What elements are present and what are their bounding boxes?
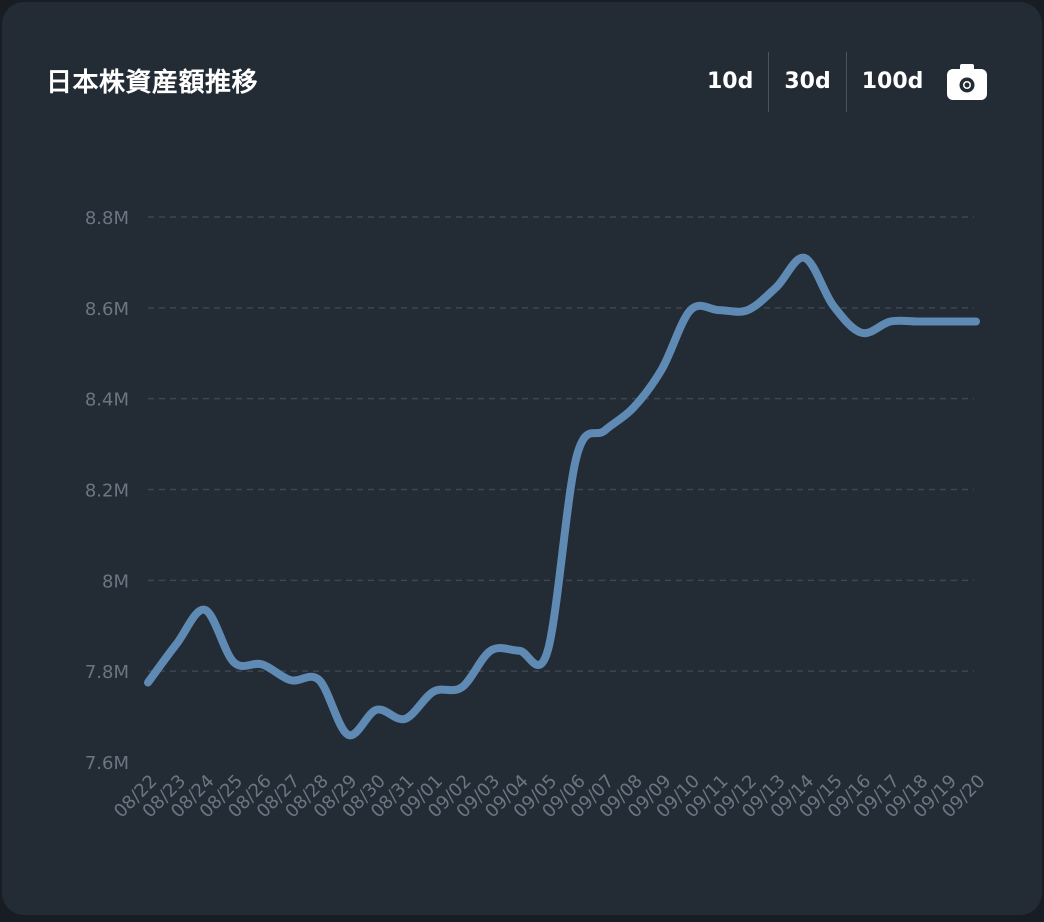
data-point[interactable] [943,317,951,325]
data-point[interactable] [572,454,580,462]
data-point[interactable] [772,283,780,291]
y-tick-label: 8.8M [85,208,129,229]
data-point[interactable] [315,676,323,684]
data-point[interactable] [372,706,380,714]
data-point[interactable] [801,254,809,262]
data-point[interactable] [972,317,980,325]
y-tick-label: 8.2M [85,481,129,502]
data-point[interactable] [915,317,923,325]
data-point[interactable] [515,647,523,655]
data-point[interactable] [144,679,152,687]
line-chart: 7.6M7.8M8M8.2M8.4M8.6M8.8M 08/2208/2308/… [85,208,990,822]
y-tick-label: 8M [102,571,129,592]
data-point[interactable] [230,658,238,666]
data-point[interactable] [629,404,637,412]
data-point[interactable] [401,715,409,723]
data-point[interactable] [658,365,666,373]
data-point[interactable] [744,306,752,314]
data-point[interactable] [829,302,837,310]
data-point[interactable] [686,306,694,314]
data-point[interactable] [858,329,866,337]
data-point[interactable] [430,688,438,696]
data-point[interactable] [344,731,352,739]
data-point[interactable] [458,683,466,691]
data-point[interactable] [544,647,552,655]
data-point[interactable] [201,606,209,614]
series-line [144,253,980,740]
data-point[interactable] [487,647,495,655]
data-point[interactable] [601,426,609,434]
data-point[interactable] [173,640,181,648]
y-tick-label: 8.6M [85,299,129,320]
data-point[interactable] [287,676,295,684]
y-tick-label: 7.8M [85,662,129,683]
data-point[interactable] [886,317,894,325]
data-point[interactable] [715,306,723,314]
y-tick-label: 7.6M [85,753,129,774]
y-tick-label: 8.4M [85,390,129,411]
data-point[interactable] [258,660,266,668]
